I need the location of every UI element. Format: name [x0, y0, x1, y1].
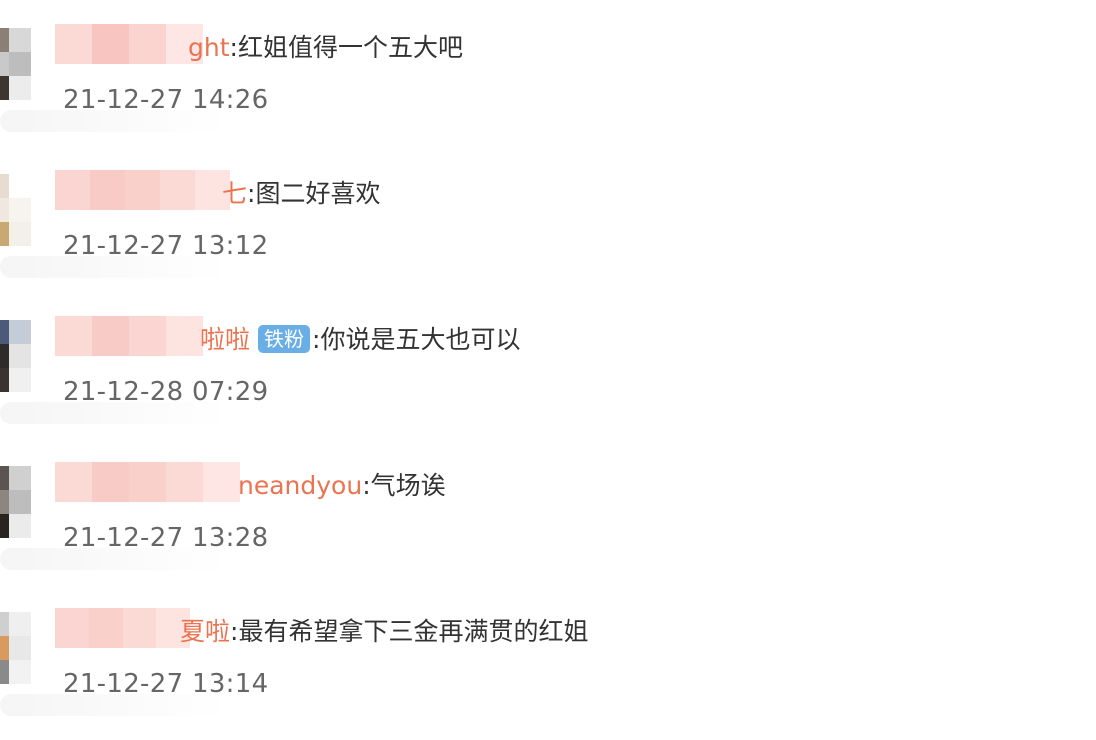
blur-streak — [0, 110, 230, 132]
comment-text: 图二好喜欢 — [255, 179, 381, 208]
username-link[interactable]: 七 — [222, 179, 247, 208]
blur-streak — [0, 256, 230, 278]
comment-text: 红姐值得一个五大吧 — [237, 33, 463, 62]
comment-text: 最有希望拿下三金再满贯的红姐 — [238, 617, 589, 646]
avatar[interactable] — [0, 28, 54, 100]
comment-item: 夏啦:最有希望拿下三金再满贯的红姐 21-12-27 13:14 — [0, 584, 1096, 730]
comment-list: ght:红姐值得一个五大吧 21-12-27 14:26 七:图二好喜欢 21-… — [0, 0, 1096, 740]
comment-line: ght:红姐值得一个五大吧 — [188, 30, 463, 66]
avatar[interactable] — [0, 174, 54, 246]
blur-streak — [0, 694, 230, 716]
username-link[interactable]: 夏啦 — [180, 617, 230, 646]
blur-streak — [0, 402, 230, 424]
avatar[interactable] — [0, 320, 54, 392]
username-mosaic — [55, 608, 190, 648]
comment-line: 七:图二好喜欢 — [222, 176, 380, 212]
comment-item: ght:红姐值得一个五大吧 21-12-27 14:26 — [0, 0, 1096, 146]
username-mosaic — [55, 170, 230, 210]
fan-badge[interactable]: 铁粉 — [258, 325, 311, 353]
avatar[interactable] — [0, 466, 54, 538]
comment-item: 啦啦 铁粉:你说是五大也可以 21-12-28 07:29 — [0, 292, 1096, 438]
comment-item: neandyou:气场诶 21-12-27 13:28 — [0, 438, 1096, 584]
separator: : — [229, 33, 238, 62]
avatar[interactable] — [0, 612, 54, 684]
comment-line: 啦啦 铁粉:你说是五大也可以 — [200, 322, 520, 358]
username-mosaic — [55, 316, 205, 356]
comment-item: 七:图二好喜欢 21-12-27 13:12 — [0, 146, 1096, 292]
username-mosaic — [55, 462, 243, 502]
blur-streak — [0, 548, 230, 570]
username-link[interactable]: neandyou — [238, 471, 362, 500]
username-link[interactable]: 啦啦 — [200, 325, 250, 354]
comment-line: 夏啦:最有希望拿下三金再满贯的红姐 — [180, 614, 588, 650]
username-mosaic — [55, 24, 205, 64]
separator: : — [362, 471, 371, 500]
username-link[interactable]: ght — [188, 33, 230, 62]
comment-line: neandyou:气场诶 — [238, 468, 446, 504]
comment-text: 气场诶 — [370, 471, 446, 500]
comment-text: 你说是五大也可以 — [320, 325, 521, 354]
